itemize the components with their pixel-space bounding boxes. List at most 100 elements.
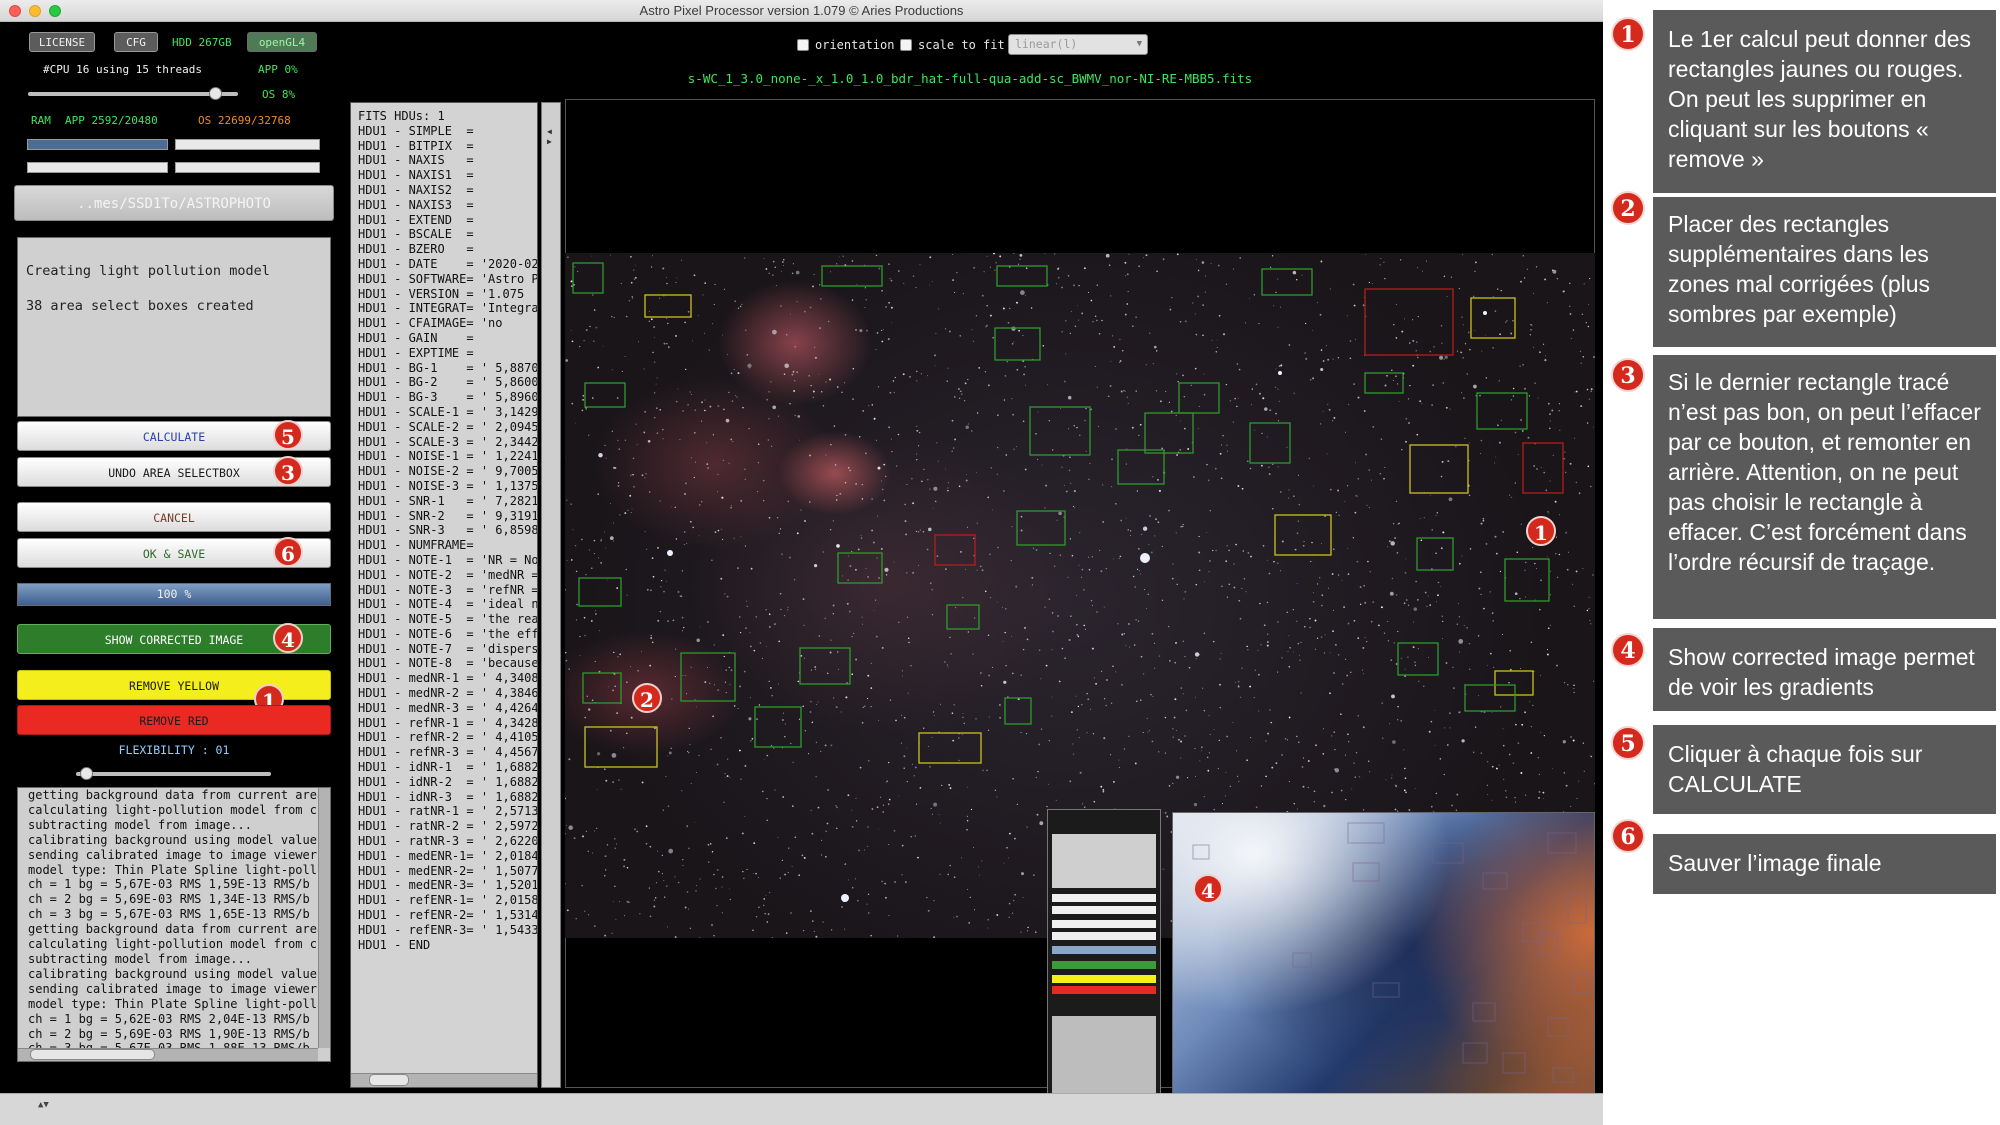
area-select-box[interactable] <box>1144 412 1194 454</box>
remove-yellow-button[interactable]: REMOVE YELLOW <box>17 670 331 700</box>
fits-line: HDU1 - END <box>358 937 431 952</box>
area-select-box[interactable] <box>1522 442 1564 494</box>
area-select-box[interactable] <box>1494 670 1534 696</box>
opengl-badge[interactable]: openGL4 <box>247 32 317 52</box>
cfg-button[interactable]: CFG <box>114 32 158 52</box>
flexibility-slider-handle[interactable] <box>79 767 93 780</box>
area-select-box[interactable] <box>1117 449 1165 485</box>
annotation-badge: 2 <box>632 683 662 713</box>
log-line: sending calibrated image to image viewer… <box>28 981 325 996</box>
area-select-box[interactable] <box>1476 392 1528 430</box>
orientation-label: orientation <box>815 38 895 52</box>
area-select-box[interactable] <box>946 604 980 630</box>
fits-line: HDU1 - BG-2 = ' 5,8600E <box>358 375 538 390</box>
log-vertical-scrollbar[interactable] <box>318 788 330 1048</box>
fits-line: HDU1 - NOISE-2 = ' 9,7005E <box>358 464 538 479</box>
annotation-text: Le 1er calcul peut donner des rectangles… <box>1653 10 1996 193</box>
annotation-text: Placer des rectangles supplémentaires da… <box>1653 197 1996 347</box>
area-select-box[interactable] <box>821 265 883 287</box>
license-button[interactable]: LICENSE <box>29 32 95 52</box>
scale-to-fit-checkbox[interactable] <box>900 39 912 51</box>
fits-line: HDU1 - CFAIMAGE= 'no <box>358 316 503 331</box>
remove-red-button[interactable]: REMOVE RED <box>17 705 331 735</box>
area-select-box[interactable] <box>578 577 622 607</box>
area-select-box[interactable] <box>1261 268 1313 296</box>
model-box <box>1462 1042 1488 1064</box>
area-select-box[interactable] <box>584 382 626 408</box>
area-select-box[interactable] <box>584 726 658 768</box>
model-box <box>1572 972 1590 994</box>
area-select-box[interactable] <box>754 706 802 748</box>
thread-slider-handle[interactable] <box>209 87 222 100</box>
area-select-box[interactable] <box>1416 537 1454 571</box>
hdd-status: HDD 267GB <box>172 36 232 49</box>
light-pollution-model-preview[interactable] <box>1172 812 1595 1094</box>
fits-horizontal-thumb[interactable] <box>369 1074 409 1086</box>
log-line: subtracting model from image... <box>28 951 252 966</box>
area-select-box[interactable] <box>837 552 883 584</box>
log-line: ch = 3 bg = 5,67E-03 RMS 1,65E-13 RMS/b <box>28 907 310 922</box>
fits-line: HDU1 - NOISE-1 = ' 1,2241E <box>358 449 538 464</box>
area-select-box[interactable] <box>799 647 851 685</box>
thumb-progress <box>1052 946 1156 954</box>
area-select-box[interactable] <box>918 732 982 764</box>
flexibility-slider[interactable] <box>76 772 271 776</box>
model-box-overlay <box>1192 822 1590 1083</box>
stretch-dropdown[interactable]: linear(l) ▼ <box>1008 34 1148 55</box>
cpu-status: #CPU 16 using 15 threads <box>43 63 202 76</box>
fits-line: HDU1 - SNR-1 = ' 7,2821E <box>358 493 538 508</box>
status-message: Creating light pollution model <box>26 263 270 279</box>
orientation-checkbox[interactable] <box>797 39 809 51</box>
area-select-box[interactable] <box>582 672 622 704</box>
fits-line: HDU1 - EXPTIME = <box>358 345 474 360</box>
log-horizontal-thumb[interactable] <box>30 1049 155 1060</box>
area-select-box[interactable] <box>1178 382 1220 414</box>
working-directory-button[interactable]: ..mes/SSD1To/ASTROPHOTO <box>14 185 334 221</box>
annotation-badge: 3 <box>1611 358 1645 392</box>
area-select-box[interactable] <box>680 652 736 702</box>
annotation-badge: 4 <box>1611 633 1645 667</box>
fits-line: HDU1 - refNR-3 = ' 4,4567E <box>358 745 538 760</box>
area-select-box[interactable] <box>994 327 1041 361</box>
area-select-box[interactable] <box>1397 642 1439 676</box>
cancel-button[interactable]: CANCEL <box>17 502 331 532</box>
fits-line: HDU1 - medENR-3= ' 1,5201E <box>358 878 538 893</box>
area-select-box[interactable] <box>996 265 1048 287</box>
app-disk-bar <box>27 162 168 173</box>
area-select-box[interactable] <box>1364 372 1404 394</box>
area-select-box[interactable] <box>1504 558 1550 602</box>
fits-line: HDU1 - BZERO = <box>358 242 474 257</box>
fits-line: HDU1 - medENR-2= ' 1,5077E <box>358 863 538 878</box>
area-select-box[interactable] <box>1464 684 1516 712</box>
thread-slider[interactable] <box>28 92 238 96</box>
fits-line: HDU1 - NAXIS3 = <box>358 197 474 212</box>
processing-log[interactable]: getting background data from current are… <box>17 787 331 1062</box>
panel-splitter[interactable]: ◀ ▶ <box>541 102 561 1088</box>
annotation-badge: 3 <box>273 456 303 486</box>
area-select-box[interactable] <box>1004 697 1032 725</box>
fits-line: HDU1 - SNR-3 = ' 6,8598E <box>358 523 538 538</box>
collapse-arrows-icon[interactable]: ◀ ▶ <box>547 127 552 147</box>
sort-arrows-icon[interactable]: ▲▼ <box>38 1100 49 1110</box>
area-select-box[interactable] <box>934 534 976 566</box>
area-select-box[interactable] <box>1274 514 1332 556</box>
area-select-box[interactable] <box>1409 444 1469 494</box>
area-select-box[interactable] <box>644 294 692 318</box>
image-filename: s-WC_1_3.0_none-_x_1.0_1.0_bdr_hat-full-… <box>687 71 1253 86</box>
os-cpu-status: OS 8% <box>262 88 296 101</box>
fits-line: HDU1 - SCALE-3 = ' 2,3442E <box>358 434 538 449</box>
fits-line: HDU1 - BSCALE = <box>358 227 474 242</box>
area-select-box[interactable] <box>1364 288 1454 356</box>
fits-line: HDU1 - NAXIS = <box>358 153 474 168</box>
area-select-box[interactable] <box>572 262 604 294</box>
fits-header-panel[interactable]: FITS HDUs: 1 HDU1 - SIMPLE = HDU1 - BITPIX… <box>350 102 538 1088</box>
fits-line: HDU1 - NOTE-6 = 'the effe <box>358 626 538 641</box>
area-select-box[interactable] <box>1016 510 1066 546</box>
area-select-box[interactable] <box>1029 406 1091 456</box>
area-select-box[interactable] <box>1249 422 1291 464</box>
fits-line: HDU1 - NUMFRAME= <box>358 538 474 553</box>
fits-line: HDU1 - NOTE-5 = 'the real <box>358 612 538 627</box>
area-select-box[interactable] <box>1470 297 1516 339</box>
fits-line: HDU1 - refENR-2= ' 1,5314E <box>358 908 538 923</box>
fits-line: HDU1 - VERSION = '1.075 <box>358 286 525 301</box>
